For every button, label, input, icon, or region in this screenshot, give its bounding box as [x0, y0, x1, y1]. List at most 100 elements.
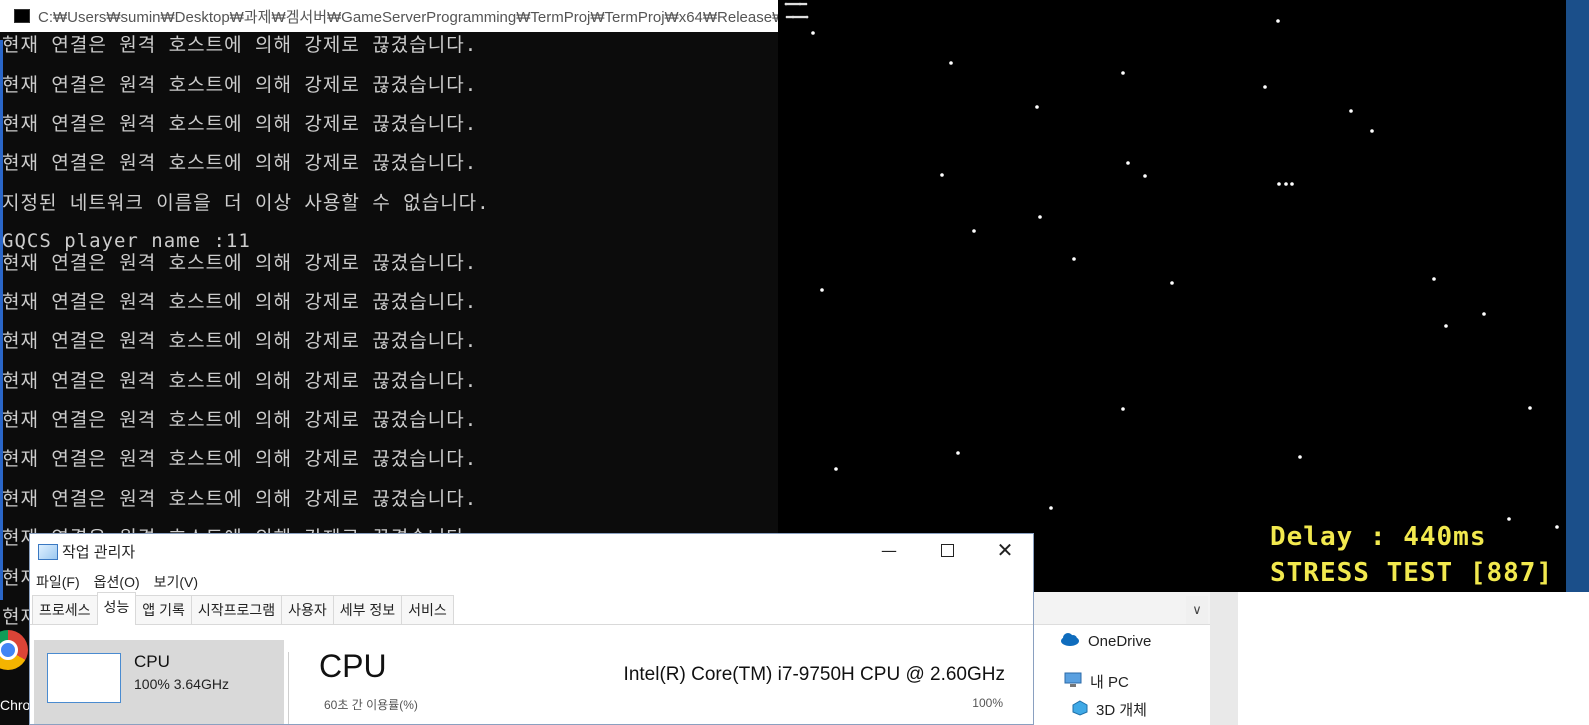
- star: [811, 31, 815, 35]
- menu-bar: 파일(F) 옵션(O) 보기(V): [36, 572, 198, 592]
- star: [1126, 161, 1130, 165]
- minimize-icon: —: [881, 540, 897, 560]
- tab-performance[interactable]: 성능: [96, 592, 137, 625]
- tab-app-history[interactable]: 앱 기록: [135, 595, 192, 624]
- star: [792, 2, 796, 6]
- chrome-label[interactable]: Chro: [0, 697, 30, 713]
- nav-item-3d-objects[interactable]: 3D 개체: [1072, 699, 1147, 720]
- star: [1507, 517, 1511, 521]
- chrome-icon[interactable]: [0, 630, 30, 690]
- game-window[interactable]: Delay : 440ms STRESS TEST [887]: [778, 0, 1566, 592]
- star: [940, 173, 944, 177]
- perf-item-value: 100% 3.64GHz: [134, 676, 229, 692]
- tab-services[interactable]: 서비스: [401, 595, 454, 624]
- console-line: 현재 연결은 원격 호스트에 의해 강제로 끊겼습니다.: [2, 74, 478, 96]
- star: [1528, 406, 1532, 410]
- explorer-toolbar: [1034, 592, 1210, 625]
- console-line: 지정된 네트워크 이름을 더 이상 사용할 수 없습니다.: [2, 192, 490, 214]
- console-line: 현재 연결은 원격 호스트에 의해 강제로 끊겼습니다.: [2, 34, 478, 56]
- star: [1284, 182, 1288, 186]
- star: [1298, 455, 1302, 459]
- tab-details[interactable]: 세부 정보: [332, 595, 403, 624]
- star: [1555, 525, 1559, 529]
- star: [1444, 324, 1448, 328]
- console-line: 현재 연결은 원격 호스트에 의해 강제로 끊겼습니다.: [2, 113, 478, 135]
- star: [805, 15, 809, 19]
- console-line: 현재 연결은 원격 호스트에 의해 강제로 끊겼습니다.: [2, 152, 478, 174]
- desktop-edge: [0, 40, 3, 600]
- maximize-icon: [940, 543, 954, 557]
- scroll-down-button[interactable]: ∨: [1186, 596, 1208, 624]
- star: [1170, 281, 1174, 285]
- close-button[interactable]: ✕: [976, 534, 1033, 566]
- perf-item-cpu[interactable]: CPU 100% 3.64GHz: [34, 640, 284, 724]
- window-title: 작업 관리자: [62, 544, 136, 561]
- close-icon: ✕: [996, 538, 1014, 562]
- minimize-button[interactable]: —: [860, 534, 918, 566]
- chevron-down-icon: ∨: [1192, 602, 1202, 618]
- nav-item-label: OneDrive: [1088, 632, 1152, 650]
- star: [1072, 257, 1076, 261]
- star: [1143, 174, 1147, 178]
- nav-item-onedrive[interactable]: OneDrive: [1060, 632, 1151, 650]
- explorer-divider: [1210, 592, 1238, 725]
- console-line: 현재 연결은 원격 호스트에 의해 강제로 끊겼습니다.: [2, 252, 478, 274]
- console-line: 현재 연결은 원격 호스트에 의해 강제로 끊겼습니다.: [2, 370, 478, 392]
- star: [949, 61, 953, 65]
- star: [1276, 19, 1280, 23]
- star: [1277, 182, 1281, 186]
- console-line: 현재 연결은 원격 호스트에 의해 강제로 끊겼습니다.: [2, 409, 478, 431]
- star: [972, 229, 976, 233]
- tab-users[interactable]: 사용자: [281, 595, 334, 624]
- star: [784, 2, 788, 6]
- star: [785, 15, 789, 19]
- star: [1290, 182, 1294, 186]
- star: [1035, 105, 1039, 109]
- nav-item-this-pc[interactable]: 내 PC: [1064, 671, 1129, 692]
- utilization-label: 60초 간 이용률(%): [324, 698, 418, 712]
- menu-file[interactable]: 파일(F): [36, 572, 80, 592]
- star: [791, 15, 795, 19]
- tab-startup[interactable]: 시작프로그램: [190, 595, 283, 624]
- perf-item-label: CPU: [134, 652, 170, 671]
- console-line: 현재 연결은 원격 호스트에 의해 강제로 끊겼습니다.: [2, 291, 478, 313]
- utilization-max: 100%: [972, 696, 1003, 710]
- star: [1349, 109, 1353, 113]
- console-line: 현재 연결은 원격 호스트에 의해 강제로 끊겼습니다.: [2, 488, 478, 510]
- task-manager-window[interactable]: 작업 관리자 — ✕ 파일(F) 옵션(O) 보기(V) 프로세스 성능 앱 기…: [29, 533, 1034, 725]
- star: [1482, 312, 1486, 316]
- console-line: 현재 연결은 원격 호스트에 의해 강제로 끊겼습니다.: [2, 330, 478, 352]
- menu-options[interactable]: 옵션(O): [94, 572, 140, 592]
- pc-icon: [1064, 672, 1082, 692]
- star: [1121, 71, 1125, 75]
- console-line: 현재 연결은 원격 호스트에 의해 강제로 끊겼습니다.: [2, 448, 478, 470]
- star: [798, 2, 802, 6]
- star: [1370, 129, 1374, 133]
- star: [1432, 277, 1436, 281]
- tab-processes[interactable]: 프로세스: [32, 595, 98, 624]
- console-app-icon: [14, 9, 30, 23]
- panel-divider: [288, 652, 289, 724]
- console-titlebar[interactable]: C:₩Users₩sumin₩Desktop₩과제₩겜서버₩GameServer…: [0, 0, 778, 32]
- star: [820, 288, 824, 292]
- star: [1049, 506, 1053, 510]
- maximize-button[interactable]: [918, 534, 976, 566]
- cpu-model-name: Intel(R) Core(TM) i7-9750H CPU @ 2.60GHz: [623, 664, 1005, 685]
- menu-view[interactable]: 보기(V): [154, 572, 198, 592]
- task-manager-icon: [38, 544, 58, 560]
- tab-bar: 프로세스 성능 앱 기록 시작프로그램 사용자 세부 정보 서비스: [30, 592, 1033, 625]
- file-explorer-window[interactable]: OneDrive 내 PC 3D 개체: [1034, 592, 1589, 725]
- cube-icon: [1072, 699, 1088, 720]
- star: [1263, 85, 1267, 89]
- console-title: C:₩Users₩sumin₩Desktop₩과제₩겜서버₩GameServer…: [38, 8, 778, 26]
- cpu-mini-graph: [47, 653, 121, 703]
- star: [956, 451, 960, 455]
- star: [799, 15, 803, 19]
- cloud-icon: [1060, 632, 1080, 650]
- cpu-heading: CPU: [319, 648, 387, 684]
- star: [834, 467, 838, 471]
- game-starfield: [784, 2, 1559, 529]
- nav-item-label: 3D 개체: [1096, 702, 1147, 719]
- delay-readout: Delay : 440ms: [1270, 522, 1487, 552]
- stress-test-readout: STRESS TEST [887]: [1270, 558, 1554, 588]
